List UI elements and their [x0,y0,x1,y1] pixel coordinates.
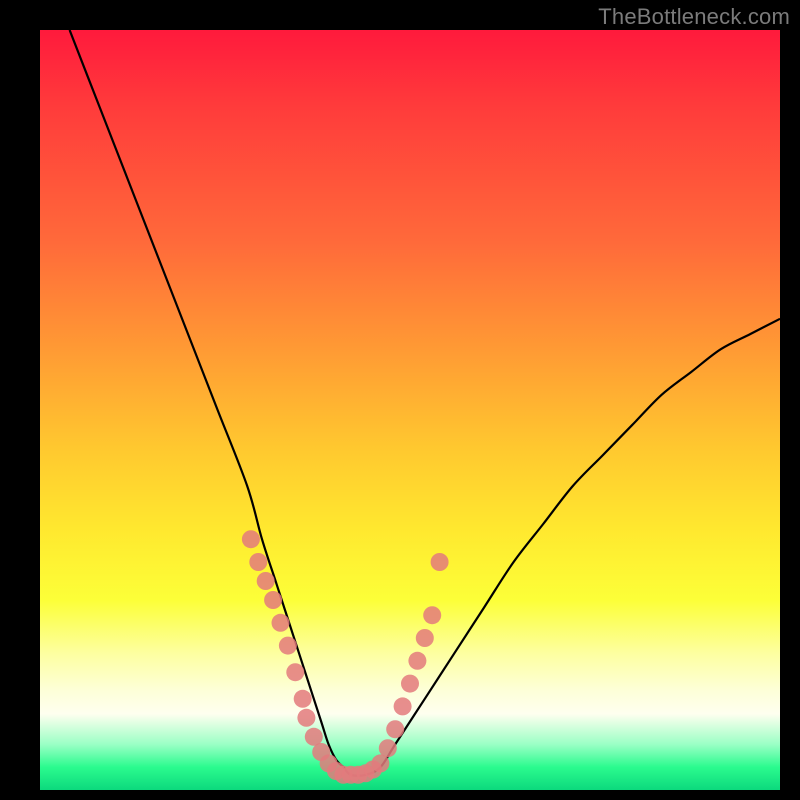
curve-marker [286,663,304,681]
curve-marker [297,709,315,727]
curve-marker [394,697,412,715]
curve-marker [249,553,267,571]
curve-marker [386,720,404,738]
curve-marker [242,530,260,548]
marker-group [242,530,449,784]
bottleneck-curve-svg [40,30,780,790]
curve-marker [401,675,419,693]
chart-frame: TheBottleneck.com [0,0,800,800]
plot-area [40,30,780,790]
curve-marker [423,606,441,624]
curve-marker [272,614,290,632]
curve-marker [264,591,282,609]
curve-marker [257,572,275,590]
curve-marker [431,553,449,571]
curve-marker [408,652,426,670]
curve-marker [416,629,434,647]
watermark-text: TheBottleneck.com [598,4,790,30]
curve-marker [379,739,397,757]
curve-marker [294,690,312,708]
curve-marker [279,637,297,655]
